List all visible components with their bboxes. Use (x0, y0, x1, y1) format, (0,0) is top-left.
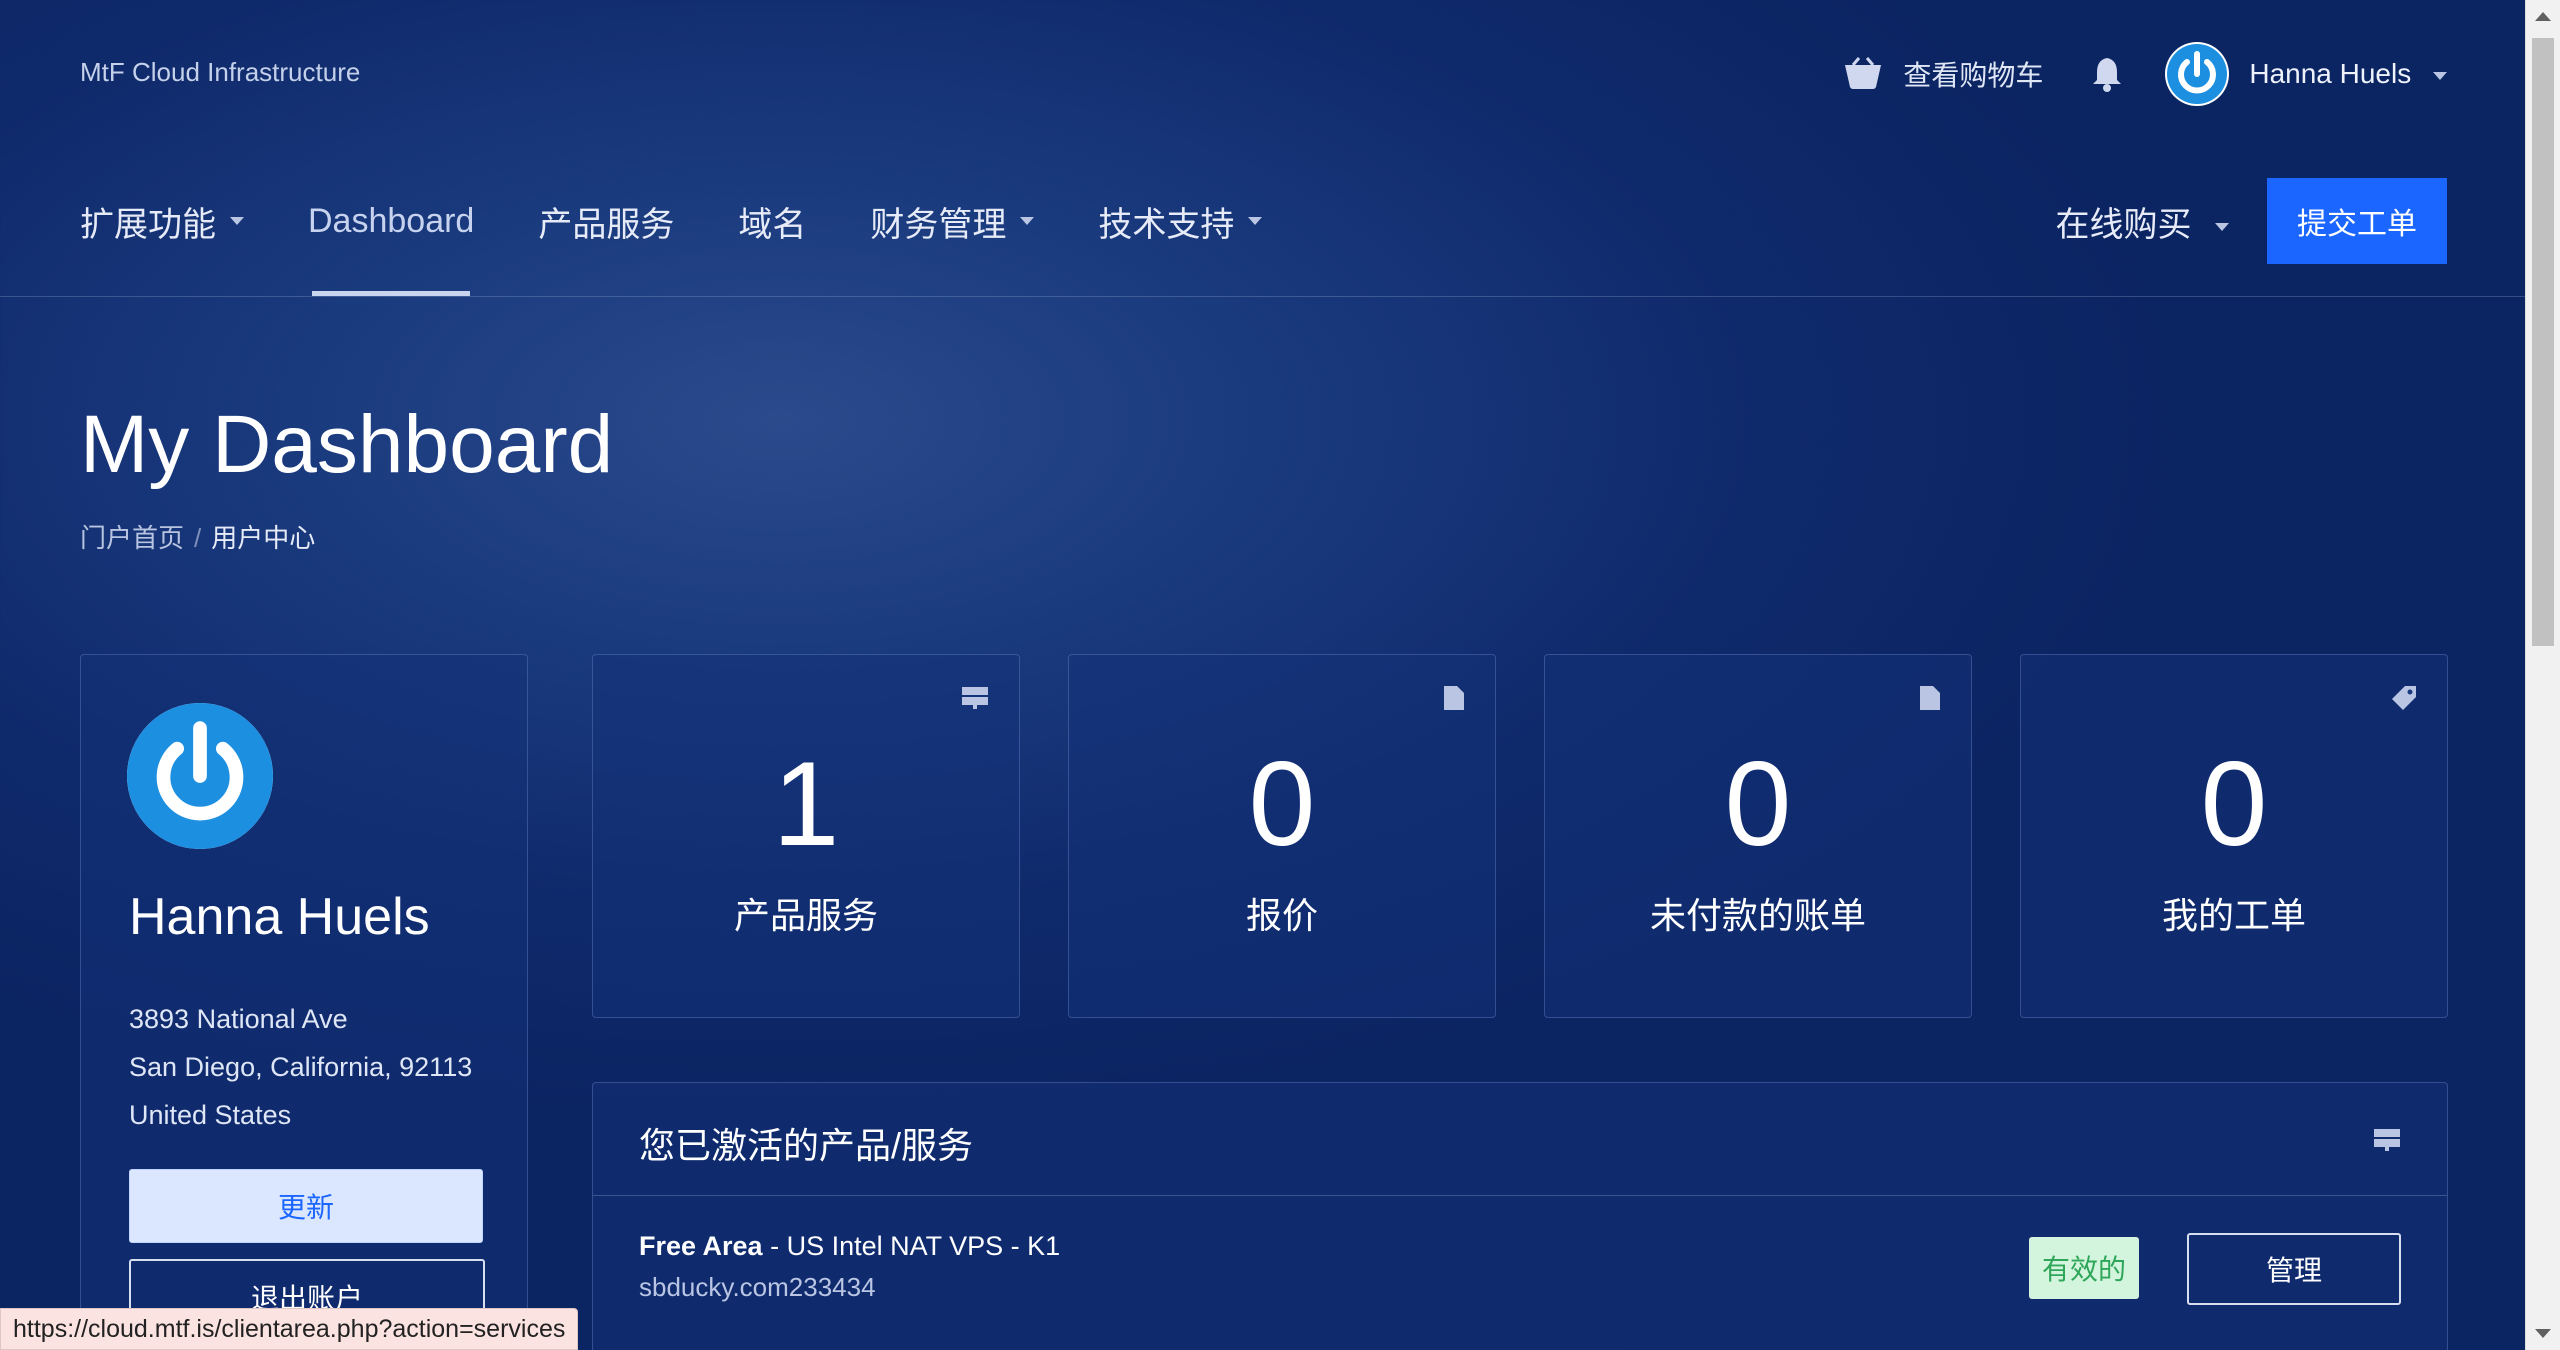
nav-support[interactable]: 技术支持 (1098, 180, 1263, 262)
basket-icon (1845, 57, 1882, 89)
stat-card-quotes[interactable]: 0 报价 (1068, 654, 1496, 1018)
stat-card-services[interactable]: 1 产品服务 (592, 654, 1020, 1018)
nav-domains[interactable]: 域名 (738, 180, 806, 262)
submit-ticket-button[interactable]: 提交工单 (2267, 178, 2447, 264)
active-services-panel: 您已激活的产品/服务 Free Area - US Intel NAT VPS … (592, 1082, 2448, 1350)
stat-card-unpaid-invoices[interactable]: 0 未付款的账单 (1544, 654, 1972, 1018)
stat-card-tickets[interactable]: 0 我的工单 (2020, 654, 2448, 1018)
user-menu[interactable]: Hanna Huels (2249, 58, 2447, 90)
main-nav: 扩展功能 Dashboard 产品服务 域名 财务管理 技术支持 (80, 180, 1326, 296)
profile-card: Hanna Huels 3893 National Ave San Diego,… (80, 654, 528, 1350)
panel-header: 您已激活的产品/服务 (593, 1083, 2447, 1196)
cart-label: 查看购物车 (1903, 60, 2044, 91)
nav-dashboard-label: Dashboard (308, 201, 475, 240)
nav-products[interactable]: 产品服务 (538, 180, 674, 262)
nav-billing[interactable]: 财务管理 (870, 180, 1035, 262)
page-title: My Dashboard (80, 399, 614, 490)
scroll-up-arrow-icon[interactable] (2535, 12, 2551, 21)
power-logo-icon (127, 703, 273, 849)
scroll-down-arrow-icon[interactable] (2535, 1329, 2551, 1338)
manage-button[interactable]: 管理 (2187, 1233, 2401, 1305)
scrollbar[interactable] (2525, 0, 2560, 1350)
stat-label: 我的工单 (2161, 895, 2306, 936)
address-line: United States (129, 1100, 292, 1130)
topbar-right: 查看购物车 Hanna Huels (1843, 40, 2447, 108)
breadcrumb-separator: / (194, 523, 202, 553)
service-product: - US Intel NAT VPS - K1 (762, 1231, 1061, 1261)
chevron-down-icon (1248, 217, 1263, 225)
chevron-down-icon (1020, 217, 1035, 225)
profile-address: 3893 National Ave San Diego, California,… (129, 995, 472, 1139)
nav-support-label: 技术支持 (1098, 205, 1235, 244)
nav-divider (0, 296, 2526, 297)
user-avatar[interactable] (2165, 42, 2230, 106)
user-name: Hanna Huels (2249, 58, 2412, 89)
bell-icon (2093, 58, 2122, 92)
stat-value: 0 (1724, 737, 1792, 871)
brand-name[interactable]: MtF Cloud Infrastructure (80, 57, 360, 88)
stat-label: 未付款的账单 (1649, 895, 1866, 936)
buy-online-menu[interactable]: 在线购买 (2056, 197, 2229, 246)
status-badge: 有效的 (2029, 1237, 2139, 1299)
service-group: Free Area (639, 1231, 763, 1261)
nav-right: 在线购买 提交工单 (2056, 178, 2447, 264)
power-logo-icon (2167, 44, 2228, 104)
document-icon (1444, 686, 1464, 710)
stat-value: 0 (2200, 737, 2268, 871)
nav-extensions[interactable]: 扩展功能 (80, 180, 244, 262)
profile-name: Hanna Huels (129, 888, 430, 946)
stat-value: 0 (1248, 737, 1316, 871)
panel-title: 您已激活的产品/服务 (639, 1125, 974, 1166)
chevron-down-icon (2215, 222, 2229, 231)
document-icon (1920, 686, 1940, 710)
chevron-down-icon (2433, 71, 2447, 80)
nav-products-label: 产品服务 (538, 205, 675, 244)
view-cart-link[interactable]: 查看购物车 (1843, 54, 2043, 94)
status-bar-url: https://cloud.mtf.is/clientarea.php?acti… (0, 1308, 579, 1350)
address-line: San Diego, California, 92113 (129, 1052, 473, 1082)
nav-extensions-label: 扩展功能 (80, 205, 216, 244)
profile-avatar (127, 703, 273, 849)
address-line: 3893 National Ave (129, 1004, 348, 1034)
breadcrumb-current: 用户中心 (211, 523, 316, 553)
server-icon (2374, 1129, 2400, 1151)
notifications-bell[interactable] (2091, 56, 2123, 92)
nav-domains-label: 域名 (738, 205, 807, 244)
stat-label: 产品服务 (733, 895, 878, 936)
breadcrumb: 门户首页 / 用户中心 (80, 518, 315, 555)
breadcrumb-home[interactable]: 门户首页 (80, 523, 184, 553)
nav-dashboard[interactable]: Dashboard (308, 180, 475, 296)
tag-icon (2392, 686, 2416, 710)
buy-online-label: 在线购买 (2055, 205, 2192, 244)
scroll-thumb[interactable] (2532, 38, 2554, 646)
update-button[interactable]: 更新 (129, 1169, 483, 1243)
service-row[interactable]: Free Area - US Intel NAT VPS - K1 sbduck… (639, 1231, 2401, 1321)
stat-label: 报价 (1245, 895, 1318, 936)
nav-billing-label: 财务管理 (870, 205, 1007, 244)
server-icon (962, 687, 988, 709)
stat-value: 1 (772, 737, 840, 871)
chevron-down-icon (230, 217, 244, 225)
